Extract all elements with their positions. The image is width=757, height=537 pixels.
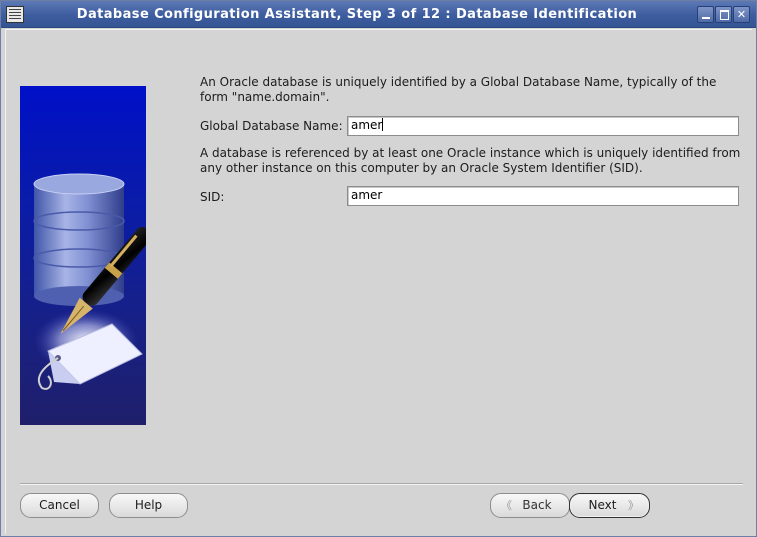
sid-description-text: A database is referenced by at least one…	[200, 146, 741, 175]
sid-value: amer	[351, 188, 383, 202]
close-icon[interactable]: ✕	[733, 6, 750, 23]
sid-input[interactable]: amer	[347, 186, 739, 206]
intro-text: An Oracle database is uniquely identifie…	[200, 75, 717, 104]
back-button[interactable]: 《 Back	[490, 493, 570, 518]
chevron-left-icon: 《	[501, 499, 512, 512]
global-db-name-input[interactable]: amer	[347, 116, 739, 136]
help-button[interactable]: Help	[109, 493, 188, 518]
title-bar[interactable]: Database Configuration Assistant, Step 3…	[1, 1, 756, 28]
button-separator	[20, 483, 743, 485]
sid-label: SID:	[200, 190, 225, 204]
next-button-label: Next	[588, 498, 617, 512]
global-db-name-value: amer	[351, 118, 383, 132]
cancel-button-label: Cancel	[39, 498, 80, 512]
wizard-content: An Oracle database is uniquely identifie…	[5, 29, 752, 534]
next-button[interactable]: Next 》	[569, 493, 650, 518]
chevron-right-icon: 》	[628, 499, 639, 512]
help-button-label: Help	[134, 498, 163, 512]
minimize-icon[interactable]	[697, 6, 714, 23]
back-button-label: Back	[522, 498, 552, 512]
database-pen-illustration	[20, 86, 146, 425]
database-cylinder-icon	[33, 173, 146, 390]
window-title: Database Configuration Assistant, Step 3…	[76, 7, 638, 22]
maximize-icon[interactable]	[715, 6, 732, 23]
text-cursor	[382, 118, 384, 131]
dbca-window: Database Configuration Assistant, Step 3…	[0, 0, 757, 537]
cancel-button[interactable]: Cancel	[20, 493, 99, 518]
global-db-name-label: Global Database Name:	[200, 119, 343, 133]
